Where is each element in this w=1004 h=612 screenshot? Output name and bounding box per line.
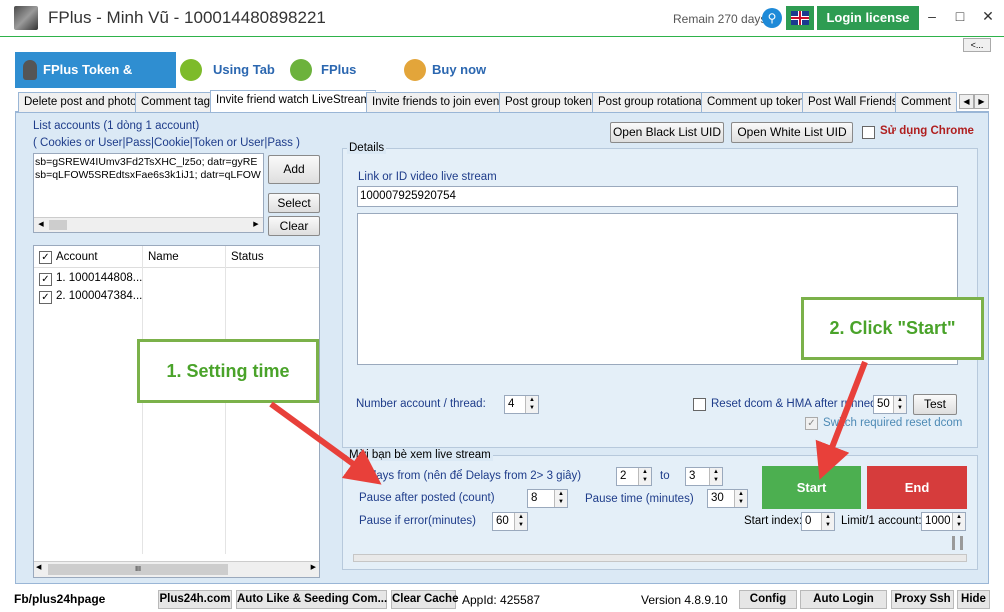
clear-cache-button[interactable]: Clear Cache [391, 590, 458, 609]
hide-button[interactable]: Hide [957, 590, 990, 609]
auto-like-button[interactable]: Auto Like & Seeding Com... [236, 590, 387, 609]
arrow-to-delays [269, 401, 382, 485]
status-bar: Fb/plus24hpage Plus24h.com Auto Like & S… [0, 588, 1004, 612]
auto-login-button[interactable]: Auto Login [800, 590, 887, 609]
arrow-to-start [815, 360, 868, 480]
config-button[interactable]: Config [739, 590, 797, 609]
plus24h-button[interactable]: Plus24h.com [158, 590, 232, 609]
proxy-ssh-button[interactable]: Proxy Ssh [891, 590, 954, 609]
annotation-arrows [269, 360, 868, 485]
version: Version 4.8.9.10 [641, 593, 728, 607]
fb-page-link[interactable]: Fb/plus24hpage [14, 592, 105, 606]
app-id: AppId: 425587 [462, 593, 541, 607]
